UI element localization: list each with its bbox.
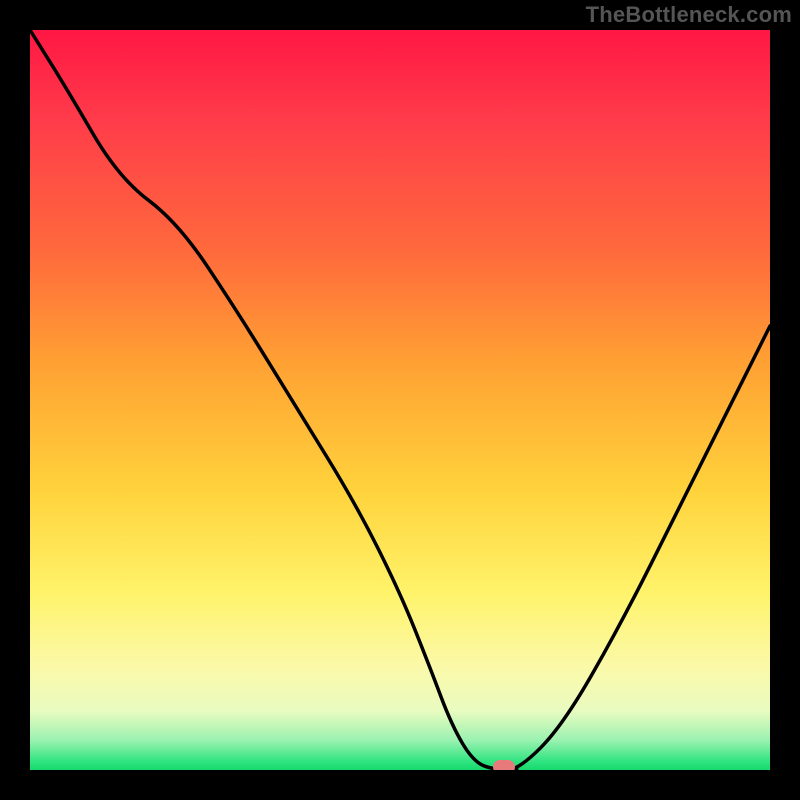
optimal-marker: [493, 760, 515, 770]
plot-area: [30, 30, 770, 770]
bottleneck-curve: [30, 30, 770, 770]
chart-frame: TheBottleneck.com: [0, 0, 800, 800]
curve-path: [30, 30, 770, 770]
watermark-text: TheBottleneck.com: [586, 2, 792, 28]
